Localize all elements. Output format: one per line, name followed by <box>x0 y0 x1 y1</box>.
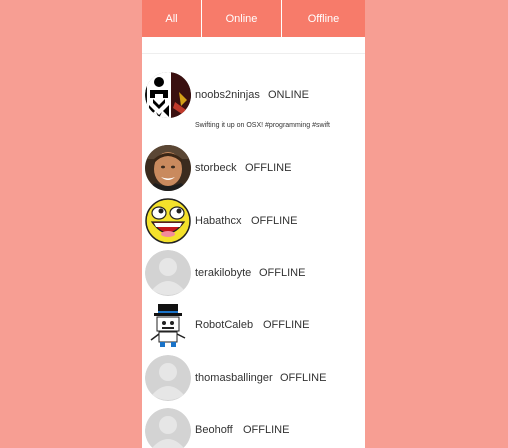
stream-description: Swifting it up on OSX! #programming #swi… <box>195 122 331 129</box>
status-label: OFFLINE <box>243 424 290 436</box>
list-item[interactable]: noobs2ninjas ONLINE Swifting it up on OS… <box>145 72 363 142</box>
default-user-icon <box>145 355 191 401</box>
status-label: OFFLINE <box>245 162 292 174</box>
status-label: OFFLINE <box>259 267 306 279</box>
ninja-avatar-icon <box>145 72 191 118</box>
username: thomasballinger <box>195 372 273 384</box>
stream-panel: All Online Offline noobs2ninjas ONLINE S… <box>142 0 365 448</box>
status-label: OFFLINE <box>251 215 298 227</box>
list-item[interactable]: storbeck OFFLINE <box>145 145 363 191</box>
default-user-icon <box>145 250 191 296</box>
photo-avatar <box>145 145 191 191</box>
smiley-avatar-icon <box>145 198 191 244</box>
tab-offline[interactable]: Offline <box>282 0 365 37</box>
filter-tabs: All Online Offline <box>142 0 365 37</box>
status-label: OFFLINE <box>263 319 310 331</box>
tab-all[interactable]: All <box>142 0 202 37</box>
username: storbeck <box>195 162 237 174</box>
list-item[interactable]: thomasballinger OFFLINE <box>145 355 363 401</box>
username: terakilobyte <box>195 267 252 279</box>
status-label: OFFLINE <box>280 372 327 384</box>
username: RobotCaleb <box>195 319 254 331</box>
list-item[interactable]: Beohoff OFFLINE <box>145 408 363 448</box>
status-label: ONLINE <box>268 89 309 101</box>
username: Beohoff <box>195 424 233 436</box>
tab-online[interactable]: Online <box>202 0 282 37</box>
username: Habathcx <box>195 215 242 227</box>
list-item[interactable]: RobotCaleb OFFLINE <box>145 302 363 348</box>
list-item[interactable]: Habathcx OFFLINE <box>145 198 363 244</box>
list-item[interactable]: terakilobyte OFFLINE <box>145 250 363 296</box>
username: noobs2ninjas <box>195 89 260 101</box>
robot-avatar-icon <box>145 302 191 348</box>
divider <box>142 53 365 54</box>
default-user-icon <box>145 408 191 448</box>
